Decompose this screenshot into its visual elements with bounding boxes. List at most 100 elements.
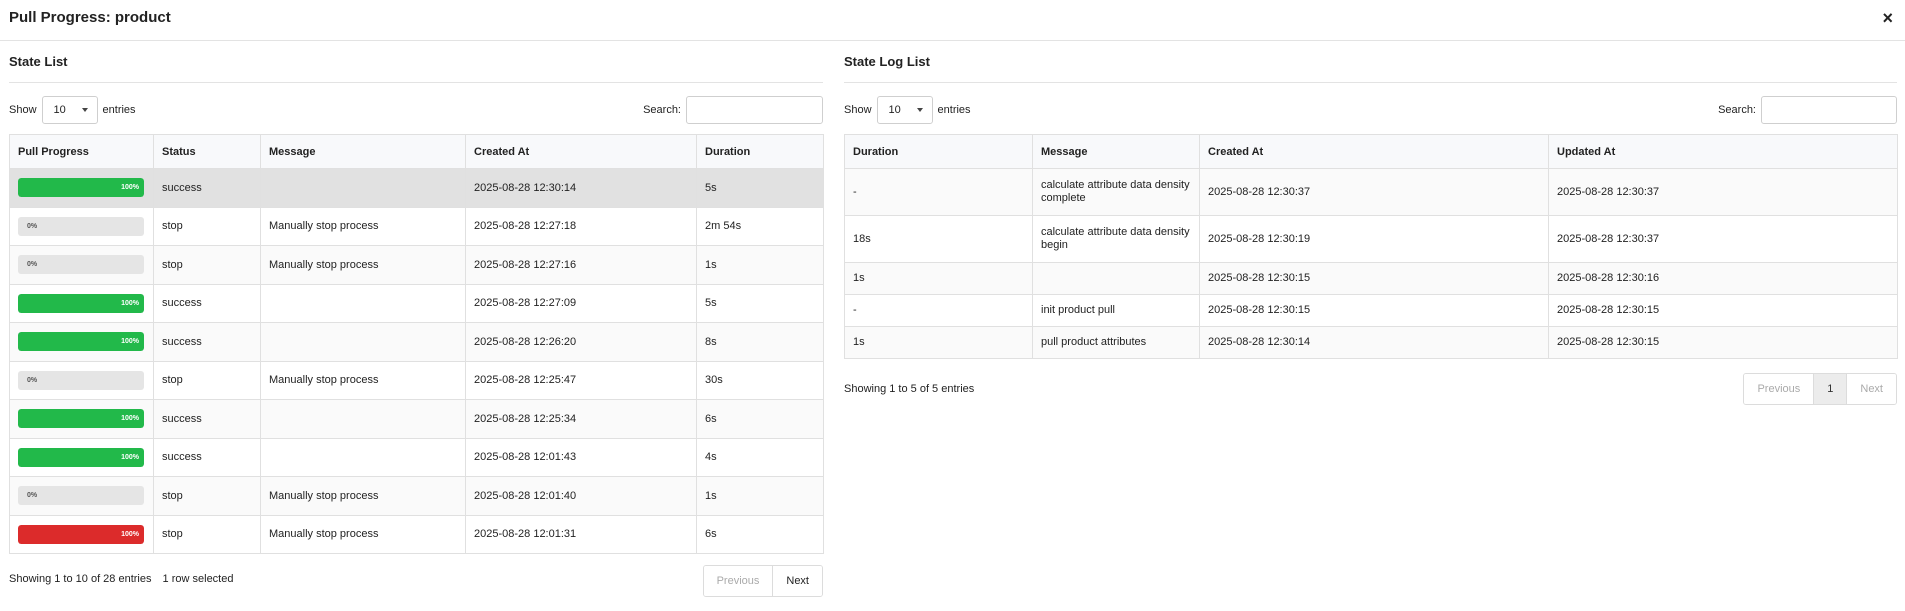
created-at-cell: 2025-08-28 12:30:19 [1199,215,1549,263]
message-cell: pull product attributes [1032,326,1200,359]
search-label: Search: [643,104,681,116]
updated-at-cell: 2025-08-28 12:30:16 [1548,262,1898,295]
show-label: Show [844,104,872,116]
previous-button[interactable]: Previous [703,566,774,596]
status-cell: stop [153,206,261,246]
table-row[interactable]: 100% stop Manually stop process 2025-08-28 … [9,514,824,554]
created-at-cell: 2025-08-28 12:25:34 [465,399,697,439]
next-button[interactable]: Next [1847,374,1896,404]
progress-bar: 100% [18,293,144,313]
progress-bar: 100% [18,409,144,429]
chevron-down-icon [81,108,88,112]
entries-label: entries [102,104,136,116]
progress-cell: 100% [9,283,154,323]
progress-cell: 0% [9,245,154,285]
column-header[interactable]: Status [153,134,261,169]
duration-cell: 5s [696,168,824,208]
state-log-list-title: State Log List [844,54,930,69]
message-cell: init product pull [1032,294,1200,327]
message-cell: Manually stop process [260,206,466,246]
duration-cell: 6s [696,399,824,439]
next-button[interactable]: Next [773,566,822,596]
search-input[interactable] [686,96,823,124]
column-header[interactable]: Updated At [1548,134,1898,169]
column-header[interactable]: Message [260,134,466,169]
progress-label: 100% [121,338,139,346]
status-cell: stop [153,245,261,285]
progress-cell: 0% [9,206,154,246]
table-row[interactable]: 100% success 2025-08-28 12:27:09 5s [9,283,824,323]
table-row[interactable]: - init product pull 2025-08-28 12:30:15 202… [844,294,1898,327]
entries-label: entries [937,104,971,116]
column-header[interactable]: Message [1032,134,1200,169]
duration-cell: 2m 54s [696,206,824,246]
updated-at-cell: 2025-08-28 12:30:37 [1548,215,1898,263]
created-at-cell: 2025-08-28 12:27:18 [465,206,697,246]
search-control: Search: [1718,95,1897,125]
table-row[interactable]: 0% stop Manually stop process 2025-08-28 12… [9,360,824,400]
table-row[interactable]: 1s 2025-08-28 12:30:15 2025-08-28 12:30:16 [844,262,1898,295]
pagination: Previous 1 Next [1743,373,1897,405]
entries-select-value: 10 [888,104,901,116]
progress-label: 100% [121,415,139,423]
table-row[interactable]: 0% stop Manually stop process 2025-08-28 12… [9,476,824,516]
pagination: Previous Next [702,565,823,597]
status-cell: stop [153,360,261,400]
state-log-list-panel: State Log List Show 10 entries Search: D… [844,41,1898,405]
table-header-row: Duration Message Created At Updated At [844,134,1898,169]
entries-select[interactable]: 10 [876,96,933,124]
table-row[interactable]: 100% success 2025-08-28 12:01:43 4s [9,437,824,477]
selection-info: 1 row selected [162,573,234,585]
progress-label: 0% [27,492,38,500]
progress-label: 100% [121,530,139,538]
table-row[interactable]: 100% success 2025-08-28 12:25:34 6s [9,399,824,439]
duration-cell: 30s [696,360,824,400]
table-row[interactable]: 0% stop Manually stop process 2025-08-28 12… [9,245,824,285]
duration-cell: 6s [696,514,824,554]
column-header[interactable]: Created At [1199,134,1549,169]
duration-cell: - [844,294,1033,327]
page-1-button[interactable]: 1 [1814,374,1848,404]
table-row[interactable]: 100% success 2025-08-28 12:30:14 5s [9,168,824,208]
status-cell: success [153,322,261,362]
progress-bar: 0% [18,216,144,236]
table-row[interactable]: 100% success 2025-08-28 12:26:20 8s [9,322,824,362]
message-cell [260,168,466,208]
updated-at-cell: 2025-08-28 12:30:15 [1548,326,1898,359]
created-at-cell: 2025-08-28 12:27:16 [465,245,697,285]
column-header[interactable]: Duration [844,134,1033,169]
search-input[interactable] [1761,96,1897,124]
duration-cell: 1s [844,326,1033,359]
state-log-list-table: Duration Message Created At Updated At -… [844,134,1898,359]
created-at-cell: 2025-08-28 12:01:40 [465,476,697,516]
duration-cell: 1s [844,262,1033,295]
duration-cell: - [844,168,1033,216]
status-cell: success [153,283,261,323]
chevron-down-icon [916,108,923,112]
progress-label: 100% [121,453,139,461]
table-row[interactable]: 18s calculate attribute data density begi… [844,215,1898,263]
modal-header: Pull Progress: product × [0,0,1905,41]
created-at-cell: 2025-08-28 12:25:47 [465,360,697,400]
column-header[interactable]: Pull Progress [9,134,154,169]
previous-button[interactable]: Previous [1744,374,1815,404]
table-row[interactable]: - calculate attribute data density comple… [844,168,1898,216]
progress-bar: 100% [18,447,144,467]
column-header[interactable]: Created At [465,134,697,169]
progress-label: 0% [27,261,38,269]
table-header-row: Pull Progress Status Message Created At … [9,134,824,169]
column-header[interactable]: Duration [696,134,824,169]
close-icon[interactable]: × [1882,9,1893,27]
table-row[interactable]: 0% stop Manually stop process 2025-08-28 12… [9,206,824,246]
created-at-cell: 2025-08-28 12:26:20 [465,322,697,362]
progress-bar: 0% [18,370,144,390]
modal-title: Pull Progress: product [9,9,171,26]
duration-cell: 5s [696,283,824,323]
state-list-title: State List [9,54,68,69]
status-cell: success [153,168,261,208]
progress-cell: 100% [9,437,154,477]
updated-at-cell: 2025-08-28 12:30:37 [1548,168,1898,216]
entries-select[interactable]: 10 [41,96,98,124]
table-row[interactable]: 1s pull product attributes 2025-08-28 12:3… [844,326,1898,359]
status-cell: stop [153,514,261,554]
